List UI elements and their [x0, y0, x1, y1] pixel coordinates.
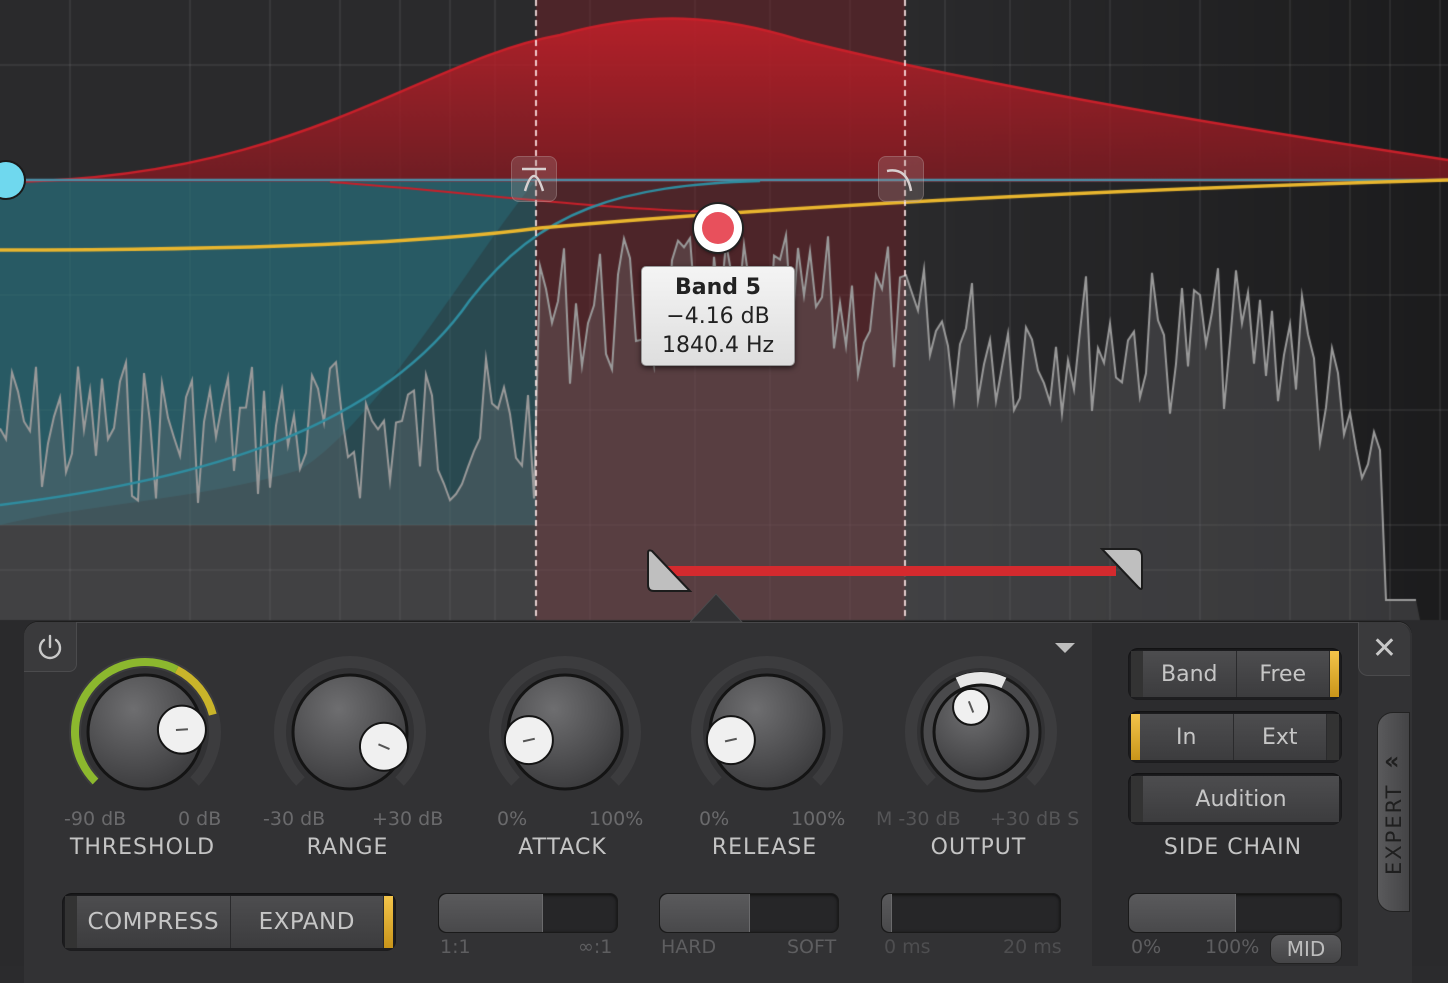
range-max-label: +30 dB — [372, 808, 444, 830]
tooltip-gain: −4.16 dB — [666, 304, 770, 329]
output-min-label: M -30 dB — [876, 808, 961, 830]
ratio-max-label: ∞:1 — [578, 936, 613, 958]
lookahead-max-label: 20 ms — [1003, 936, 1062, 958]
bandpass-filter-icon — [522, 167, 546, 192]
attack-min-label: 0% — [497, 808, 528, 830]
release-knob[interactable] — [682, 650, 852, 810]
switch-cap — [1327, 714, 1339, 760]
knee-slider[interactable] — [659, 893, 839, 933]
switch-cap — [1131, 776, 1143, 822]
sidechain-range-bar[interactable] — [666, 566, 1116, 576]
sidechain-filter-mode-switch[interactable]: Band Free — [1128, 648, 1342, 700]
tooltip-frequency: 1840.4 Hz — [661, 333, 775, 358]
range-knob[interactable] — [265, 650, 435, 810]
range-label: RANGE — [306, 835, 389, 860]
stereo-link-slider-fill — [1129, 894, 1236, 932]
ratio-slider-fill — [439, 894, 544, 932]
close-panel-button[interactable]: ✕ — [1358, 622, 1410, 676]
expert-tab-label: EXPERT — [1382, 783, 1406, 875]
band5-handle[interactable] — [694, 204, 742, 252]
sidechain-source-ext[interactable]: Ext — [1233, 714, 1327, 760]
mode-expand[interactable]: EXPAND — [230, 896, 384, 948]
sidechain-mode-free[interactable]: Free — [1236, 651, 1330, 697]
tooltip-band-name: Band 5 — [675, 275, 761, 300]
audition-button[interactable]: Audition — [1143, 776, 1339, 822]
knee-max-label: SOFT — [787, 936, 837, 958]
side-chain-title: SIDE CHAIN — [1163, 835, 1303, 860]
compress-expand-switch[interactable]: COMPRESS EXPAND — [62, 893, 396, 951]
attack-max-label: 100% — [589, 808, 644, 830]
release-min-label: 0% — [699, 808, 730, 830]
expand-selected-indicator — [384, 896, 393, 948]
stereo-link-slider[interactable] — [1128, 893, 1342, 933]
threshold-label: THRESHOLD — [69, 835, 216, 860]
lookahead-min-label: 0 ms — [884, 936, 931, 958]
output-max-label: +30 dB S — [990, 808, 1080, 830]
panel-pointer-notch — [690, 593, 744, 623]
knee-slider-fill — [660, 894, 750, 932]
in-selected-indicator — [1131, 714, 1140, 760]
attack-label: ATTACK — [518, 835, 607, 860]
free-selected-indicator — [1330, 651, 1339, 697]
double-chevron-left-icon: « — [1384, 747, 1400, 775]
ratio-slider[interactable] — [438, 893, 618, 933]
ratio-min-label: 1:1 — [440, 936, 471, 958]
threshold-max-label: 0 dB — [178, 808, 222, 830]
switch-cap — [65, 896, 77, 948]
highcut-filter-icon — [886, 169, 913, 192]
audition-button-wrap: Audition — [1128, 773, 1342, 825]
stereo-link-min-label: 0% — [1131, 936, 1162, 958]
output-knob[interactable] — [896, 650, 1066, 810]
sidechain-mode-band[interactable]: Band — [1143, 651, 1237, 697]
band5-left-filter-shape-button[interactable] — [511, 156, 557, 202]
lookahead-slider-fill — [882, 894, 892, 932]
band-tooltip: Band 5 −4.16 dB 1840.4 Hz — [641, 266, 795, 366]
band5-handle-dot — [702, 212, 734, 244]
threshold-min-label: -90 dB — [64, 808, 127, 830]
sidechain-source-switch[interactable]: In Ext — [1128, 711, 1342, 763]
switch-cap — [1131, 651, 1143, 697]
sidechain-source-in[interactable]: In — [1140, 714, 1234, 760]
release-label: RELEASE — [711, 835, 818, 860]
range-min-label: -30 dB — [263, 808, 326, 830]
release-max-label: 100% — [791, 808, 846, 830]
threshold-knob[interactable] — [60, 650, 230, 810]
knob-center-marker — [955, 672, 1007, 691]
close-icon: ✕ — [1371, 631, 1398, 666]
attack-knob[interactable] — [480, 650, 650, 810]
mode-compress[interactable]: COMPRESS — [77, 896, 231, 948]
band5-right-filter-shape-button[interactable] — [878, 156, 924, 202]
output-label: OUTPUT — [930, 835, 1027, 860]
stereo-link-max-label: 100% — [1205, 936, 1260, 958]
stereo-link-mode-button[interactable]: MID — [1270, 934, 1342, 964]
lookahead-slider[interactable] — [881, 893, 1061, 933]
expert-mode-tab[interactable]: « EXPERT — [1377, 712, 1410, 912]
knee-min-label: HARD — [661, 936, 717, 958]
knob-pointer-tick — [175, 728, 188, 732]
